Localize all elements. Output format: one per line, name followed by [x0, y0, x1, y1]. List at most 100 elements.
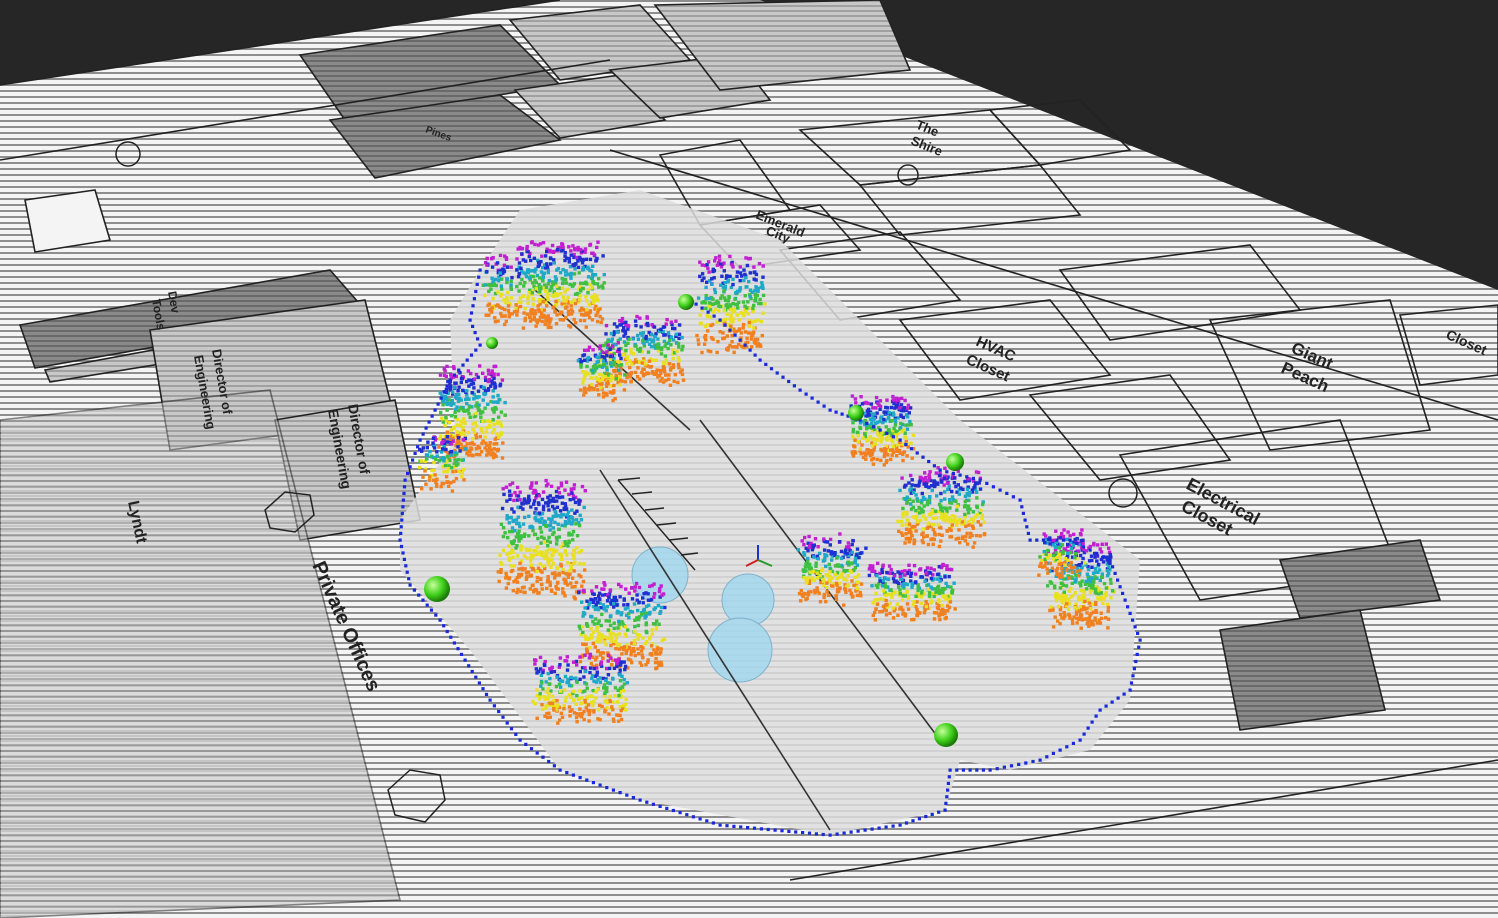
point	[439, 450, 444, 454]
waypoint-marker[interactable]	[424, 576, 450, 602]
point	[582, 710, 586, 714]
point	[606, 636, 610, 641]
point	[884, 425, 888, 429]
point	[1103, 593, 1107, 597]
point	[548, 528, 552, 532]
point	[725, 347, 729, 351]
point	[843, 588, 848, 592]
point	[837, 589, 841, 593]
boundary-point	[945, 470, 949, 474]
point	[735, 302, 739, 306]
point	[490, 306, 494, 310]
point	[952, 520, 956, 524]
boundary-point	[1121, 591, 1125, 595]
point	[565, 553, 569, 557]
point	[1074, 552, 1078, 556]
point	[752, 265, 756, 269]
point	[799, 599, 803, 603]
point	[445, 435, 449, 439]
point	[457, 409, 461, 413]
point	[887, 428, 891, 432]
point	[1106, 555, 1110, 559]
point	[479, 415, 483, 419]
point	[613, 639, 617, 643]
point	[549, 520, 553, 524]
point	[1080, 579, 1084, 583]
point	[894, 429, 898, 434]
boundary-point	[1137, 645, 1141, 649]
point	[913, 525, 917, 529]
point	[555, 538, 559, 542]
floorplan-scene[interactable]: Pines Emerald City The Shire HVAC Closet…	[0, 0, 1498, 918]
point	[804, 597, 808, 602]
point	[635, 375, 640, 379]
point	[1045, 567, 1049, 571]
boundary-point	[937, 810, 941, 814]
point	[584, 308, 589, 312]
point	[609, 361, 613, 365]
point	[509, 283, 513, 287]
boundary-point	[400, 511, 404, 515]
boundary-point	[470, 669, 474, 674]
point	[560, 276, 564, 281]
point	[752, 326, 756, 330]
point	[590, 318, 595, 322]
point	[799, 588, 803, 593]
point	[728, 254, 732, 259]
waypoint-marker[interactable]	[934, 723, 958, 747]
point	[881, 589, 886, 593]
boundary-point	[457, 368, 461, 372]
point	[467, 378, 471, 382]
point	[597, 393, 601, 397]
point	[645, 640, 649, 644]
waypoint-marker[interactable]	[848, 405, 864, 421]
point	[555, 581, 560, 585]
point	[448, 384, 453, 389]
point	[492, 447, 496, 451]
point	[625, 681, 630, 685]
point	[501, 487, 505, 491]
point	[939, 499, 943, 503]
point	[660, 593, 664, 597]
point	[1073, 555, 1077, 560]
point	[575, 680, 579, 684]
point	[727, 295, 731, 300]
point	[623, 607, 628, 611]
point	[506, 290, 510, 295]
point	[432, 460, 436, 465]
boundary-point	[651, 802, 655, 806]
point	[546, 325, 550, 330]
boundary-point	[439, 396, 443, 400]
point	[579, 281, 583, 285]
point	[812, 555, 816, 559]
point	[547, 535, 551, 540]
waypoint-marker[interactable]	[946, 453, 964, 471]
boundary-point	[766, 827, 770, 832]
point	[1092, 541, 1096, 546]
waypoint-marker[interactable]	[678, 294, 694, 310]
point	[552, 261, 556, 265]
point	[612, 666, 617, 670]
point	[449, 453, 453, 457]
point	[944, 581, 948, 586]
point	[894, 454, 899, 458]
point	[552, 530, 556, 534]
point	[713, 301, 717, 306]
point	[624, 348, 628, 353]
point	[677, 332, 682, 336]
point	[564, 269, 568, 273]
point	[948, 567, 952, 572]
point	[568, 498, 572, 502]
point	[619, 613, 623, 617]
point	[541, 279, 545, 283]
point	[498, 271, 502, 275]
point	[528, 315, 532, 319]
point	[541, 507, 546, 512]
boundary-point	[835, 832, 839, 836]
point	[874, 607, 878, 611]
3d-viewport[interactable]: Pines Emerald City The Shire HVAC Closet…	[0, 0, 1498, 918]
point	[735, 274, 739, 279]
waypoint-marker[interactable]	[486, 337, 498, 349]
point	[557, 491, 562, 495]
point	[483, 375, 488, 380]
